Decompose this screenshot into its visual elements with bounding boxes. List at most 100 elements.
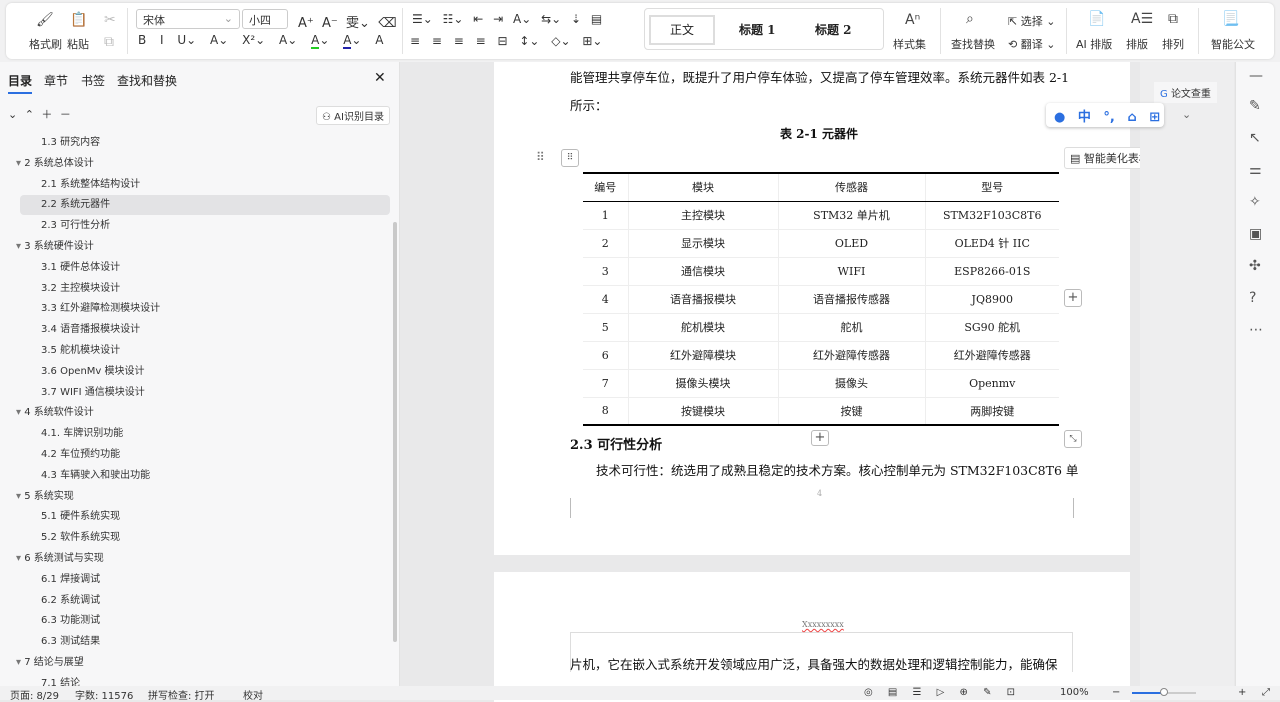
paste-button[interactable]: 粘贴: [67, 36, 89, 52]
table-cell[interactable]: JQ8900: [924, 285, 1059, 314]
table-cell[interactable]: 主控模块: [627, 201, 778, 230]
table-row[interactable]: 7 摄像头模块 摄像头 Openmv: [583, 369, 1059, 398]
fullscreen-icon[interactable]: ⤢: [1262, 687, 1270, 698]
table-cell[interactable]: SG90 舵机: [924, 313, 1059, 342]
table-cell[interactable]: 语音播报模块: [627, 285, 778, 314]
outline-item[interactable]: 5.2 软件系统实现: [41, 528, 120, 548]
list-buttons[interactable]: ☰⌄ ☷⌄ ⇤ ⇥ A⌄ ⇆⌄ ⇣ ▤: [412, 12, 602, 26]
page-header[interactable]: Xxxxxxxxx: [802, 620, 844, 629]
paragraph[interactable]: 所示：: [570, 95, 608, 114]
paragraph[interactable]: 片机，它在嵌入式系统开发领域应用广泛，具备强大的数据处理和逻辑控制能力，能确保: [570, 654, 1058, 673]
column-header[interactable]: 传感器: [777, 172, 925, 202]
cut-icon[interactable]: ✂: [104, 12, 116, 28]
table-handle-icon[interactable]: ⠿: [561, 149, 579, 167]
table-row[interactable]: 8 按键模块 按键 两脚按键: [583, 397, 1059, 426]
size-select[interactable]: 小四: [242, 9, 288, 29]
tab-find-replace[interactable]: 查找和替换: [117, 72, 177, 89]
zoom-level[interactable]: 100%: [1060, 687, 1089, 698]
outline-item[interactable]: ▾ 6 系统测试与实现: [16, 549, 104, 569]
table-row[interactable]: 6 红外避障模块 红外避障传感器 红外避障传感器: [583, 341, 1059, 370]
table-row[interactable]: 5 舵机模块 舵机 SG90 舵机: [583, 313, 1059, 342]
format-buttons[interactable]: B I U⌄ A⌄ X²⌄ A⌄ A⌄ A⌄ A: [138, 33, 384, 49]
style-set-button[interactable]: 样式集: [893, 36, 926, 52]
table-cell[interactable]: 通信模块: [627, 257, 778, 286]
outline-item[interactable]: ▾ 7 结论与展望: [16, 653, 84, 673]
table-row[interactable]: 3 通信模块 WIFI ESP8266-01S: [583, 257, 1059, 286]
table-cell[interactable]: 4: [583, 285, 628, 314]
outline-controls[interactable]: ⌄ ⌃ ＋ －: [8, 106, 71, 122]
outline-item[interactable]: ▾ 5 系统实现: [16, 487, 74, 507]
outline-item[interactable]: 5.1 硬件系统实现: [41, 507, 120, 527]
table-cell[interactable]: 按键: [777, 397, 925, 426]
close-icon[interactable]: ✕: [374, 70, 386, 86]
arrange-button[interactable]: 排列: [1162, 36, 1184, 52]
resize-table-icon[interactable]: ⤡: [1064, 430, 1082, 448]
expand-icon[interactable]: ▾: [16, 657, 24, 668]
table-cell[interactable]: 7: [583, 369, 628, 398]
pen-icon[interactable]: ✎: [1249, 98, 1261, 114]
table-cell[interactable]: 摄像头: [777, 369, 925, 398]
outline-item[interactable]: 4.2 车位预约功能: [41, 445, 120, 465]
table-cell[interactable]: 2: [583, 229, 628, 258]
outline-item[interactable]: 3.7 WIFI 通信模块设计: [41, 383, 145, 403]
table-cell[interactable]: 3: [583, 257, 628, 286]
outline-item[interactable]: 3.1 硬件总体设计: [41, 258, 120, 278]
table-cell[interactable]: STM32F103C8T6: [924, 201, 1059, 230]
outline-item[interactable]: ▾ 2 系统总体设计: [16, 154, 94, 174]
outline-item[interactable]: 2.1 系统整体结构设计: [41, 175, 140, 195]
expand-icon[interactable]: ▾: [16, 553, 24, 564]
paragraph[interactable]: 技术可行性：统选用了成熟且稳定的技术方案。核心控制单元为 STM32F103C8…: [596, 460, 1078, 479]
smart-doc-button[interactable]: 智能公文: [1211, 36, 1255, 52]
outline-item[interactable]: 3.5 舵机模块设计: [41, 341, 120, 361]
table-cell[interactable]: ESP8266-01S: [924, 257, 1059, 286]
column-header[interactable]: 型号: [924, 172, 1059, 202]
zoom-in-icon[interactable]: +: [1238, 687, 1246, 698]
settings-sliders-icon[interactable]: ⚌: [1249, 162, 1262, 178]
outline-item[interactable]: 6.3 测试结果: [41, 632, 100, 652]
table-row[interactable]: 4 语音播报模块 语音播报传感器 JQ8900: [583, 285, 1059, 314]
find-replace-button[interactable]: 查找替换: [951, 36, 995, 52]
grow-font-icon[interactable]: A⁺ A⁻ 雯⌄ ⌫: [298, 12, 397, 31]
ime-toolbar[interactable]: ● 中 °, ⌂ ⊞: [1046, 103, 1164, 127]
table-row[interactable]: 2 显示模块 OLED OLED4 针 IIC: [583, 229, 1059, 258]
style-heading-2[interactable]: 标题 2: [815, 15, 852, 45]
outline-item[interactable]: 2.3 可行性分析: [41, 216, 110, 236]
copy-icon[interactable]: ⧉: [104, 34, 114, 50]
format-painter-button[interactable]: 格式刷: [29, 36, 62, 52]
table-cell[interactable]: 红外避障传感器: [777, 341, 925, 370]
components-table[interactable]: 编号 模块 传感器 型号 1 主控模块 STM32 单片机 STM32F103C8T6 2 显示…: [583, 172, 1059, 426]
table-cell[interactable]: 两脚按键: [924, 397, 1059, 426]
table-cell[interactable]: 显示模块: [627, 229, 778, 258]
table-cell[interactable]: 按键模块: [627, 397, 778, 426]
outline-item[interactable]: ▾ 3 系统硬件设计: [16, 237, 94, 257]
table-cell[interactable]: 舵机模块: [627, 313, 778, 342]
outline-item[interactable]: 1.3 研究内容: [41, 133, 100, 153]
outline-item[interactable]: 3.2 主控模块设计: [41, 279, 120, 299]
table-cell[interactable]: WIFI: [777, 257, 925, 286]
tab-toc[interactable]: 目录: [8, 72, 33, 94]
expand-icon[interactable]: ▾: [16, 241, 24, 252]
puzzle-icon[interactable]: ✣: [1249, 258, 1261, 274]
table-cell[interactable]: OLED: [777, 229, 925, 258]
add-row-icon[interactable]: +: [811, 430, 829, 446]
table-cell[interactable]: 语音播报传感器: [777, 285, 925, 314]
table-cell[interactable]: 8: [583, 397, 628, 426]
outline-item[interactable]: 4.1. 车牌识别功能: [41, 424, 123, 444]
table-cell[interactable]: STM32 单片机: [777, 201, 925, 230]
zoom-slider[interactable]: [1132, 688, 1196, 696]
help-icon[interactable]: ?: [1249, 290, 1256, 306]
chevron-down-icon[interactable]: ⌄: [1182, 108, 1191, 121]
select-button[interactable]: ⇱ 选择 ⌄: [1008, 13, 1055, 29]
image-icon[interactable]: ▣: [1249, 226, 1262, 242]
outline-item[interactable]: 3.6 OpenMv 模块设计: [41, 362, 145, 382]
ai-toc-button[interactable]: ⚇ AI识别目录: [316, 106, 390, 125]
table-row[interactable]: 1 主控模块 STM32 单片机 STM32F103C8T6: [583, 201, 1059, 230]
outline-item[interactable]: 2.2 系统元器件: [20, 195, 390, 216]
table-cell[interactable]: OLED4 针 IIC: [924, 229, 1059, 258]
outline-item[interactable]: ▾ 4 系统软件设计: [16, 403, 94, 423]
table-cell[interactable]: 舵机: [777, 313, 925, 342]
table-cell[interactable]: Openmv: [924, 369, 1059, 398]
add-column-icon[interactable]: +: [1064, 289, 1082, 307]
table-cell[interactable]: 摄像头模块: [627, 369, 778, 398]
magic-icon[interactable]: ✧: [1249, 194, 1261, 210]
